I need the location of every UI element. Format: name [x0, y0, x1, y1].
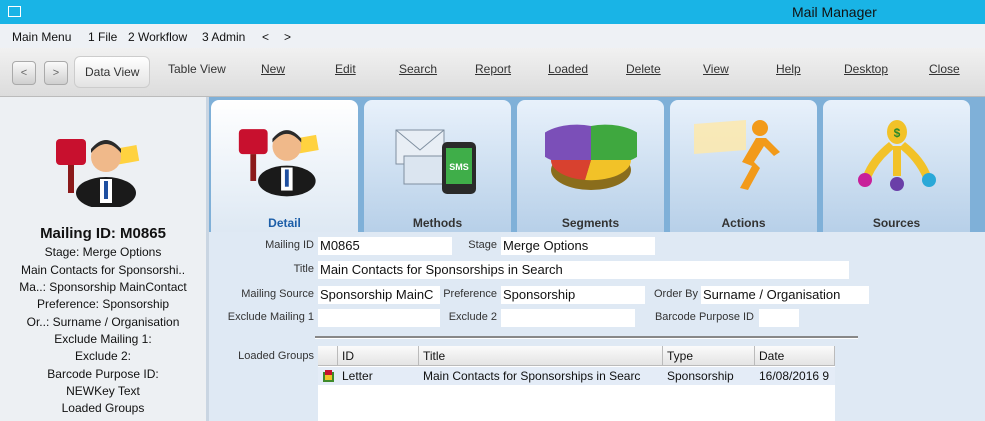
pie-chart-icon: [545, 124, 637, 190]
exclude-mailing-label: Exclude Mailing 1: [227, 311, 314, 323]
cell-date: 16/08/2016 9: [759, 369, 830, 383]
exclude2-field[interactable]: [501, 309, 635, 327]
column-header-date[interactable]: Date: [755, 346, 835, 366]
detail-icon: [238, 129, 319, 197]
preference-field[interactable]: Sponsorship: [501, 286, 645, 304]
table-view-button[interactable]: Table View: [168, 62, 226, 76]
desktop-button[interactable]: Desktop: [844, 62, 888, 76]
help-button[interactable]: Help: [776, 62, 801, 76]
tab-sources-label: Sources: [872, 216, 921, 230]
preference-label: Preference: [443, 288, 497, 300]
mailing-id-label: Mailing ID: [265, 239, 314, 251]
tab-segments[interactable]: Segments: [517, 100, 664, 234]
tab-detail[interactable]: Detail: [211, 100, 358, 234]
summary-exclude2: Exclude 2:: [74, 349, 132, 363]
title-label: Title: [293, 263, 314, 275]
summary-exclude1: Exclude Mailing 1:: [54, 332, 152, 346]
tab-actions-label: Actions: [721, 216, 766, 230]
group-icon: [323, 370, 334, 382]
methods-icon: SMS: [395, 129, 476, 194]
mail-contact-icon: [56, 139, 140, 207]
title-bar: Mail Manager: [0, 0, 985, 24]
summary-barcode: Barcode Purpose ID:: [47, 367, 159, 381]
column-header-type[interactable]: Type: [663, 346, 755, 366]
summary-preference: Preference: Sponsorship: [36, 297, 170, 311]
back-button[interactable]: <: [12, 61, 36, 85]
menu-main[interactable]: Main Menu: [12, 30, 71, 44]
edit-button[interactable]: Edit: [335, 62, 356, 76]
stage-label: Stage: [468, 239, 497, 251]
tab-sources[interactable]: $ Sources: [823, 100, 970, 234]
title-field[interactable]: Main Contacts for Sponsorships in Search: [318, 261, 849, 279]
loaded-button[interactable]: Loaded: [548, 62, 588, 76]
summary-newkey: NEWKey Text: [66, 384, 140, 398]
column-header-title[interactable]: Title: [419, 346, 663, 366]
stage-field[interactable]: Merge Options: [501, 237, 655, 255]
mailing-id-heading: Mailing ID: M0865: [40, 225, 166, 242]
mailing-source-field[interactable]: Sponsorship MainC: [318, 286, 440, 304]
barcode-purpose-field[interactable]: [759, 309, 799, 327]
forward-button[interactable]: >: [44, 61, 68, 85]
running-man-icon: [694, 120, 780, 190]
cell-title: Main Contacts for Sponsorships in Searc: [423, 369, 641, 383]
tab-detail-label: Detail: [268, 216, 301, 230]
window-title: Mail Manager: [792, 4, 877, 20]
column-header-id[interactable]: ID: [338, 346, 419, 366]
order-by-label: Order By: [653, 288, 698, 300]
order-by-field[interactable]: Surname / Organisation: [701, 286, 869, 304]
menu-workflow[interactable]: 2 Workflow: [128, 30, 187, 44]
row-header-corner: [318, 346, 338, 366]
toolbar: < > Data View Table View New Edit Search…: [0, 48, 985, 97]
menu-bar: Main Menu 1 File 2 Workflow 3 Admin < >: [0, 24, 985, 48]
summary-panel: Mailing ID: M0865 Stage: Merge Options M…: [0, 97, 209, 421]
menu-next[interactable]: >: [284, 30, 291, 44]
menu-file[interactable]: 1 File: [88, 30, 117, 44]
tab-methods[interactable]: SMS Methods: [364, 100, 511, 234]
exclude2-label: Exclude 2: [448, 311, 497, 323]
menu-prev[interactable]: <: [262, 30, 269, 44]
search-button[interactable]: Search: [399, 62, 437, 76]
report-button[interactable]: Report: [475, 62, 511, 76]
tab-methods-label: Methods: [412, 216, 463, 230]
barcode-purpose-label: Barcode Purpose ID: [654, 311, 754, 323]
summary-order: Or..: Surname / Organisation: [26, 315, 180, 329]
new-button[interactable]: New: [261, 62, 285, 76]
cell-type: Sponsorship: [667, 369, 734, 383]
close-button[interactable]: Close: [929, 62, 960, 76]
summary-loaded-groups: Loaded Groups: [61, 401, 145, 415]
loaded-groups-grid: ID Title Type Date Letter Main Contacts …: [318, 346, 835, 421]
summary-stage: Stage: Merge Options: [44, 245, 162, 259]
tab-actions[interactable]: Actions: [670, 100, 817, 234]
cell-id: Letter: [342, 369, 373, 383]
data-view-button[interactable]: Data View: [74, 56, 151, 88]
section-divider: [315, 336, 858, 339]
summary-title: Main Contacts for Sponsorshi..: [20, 263, 186, 277]
menu-admin[interactable]: 3 Admin: [202, 30, 245, 44]
sources-icon: $: [858, 120, 936, 191]
loaded-groups-label: Loaded Groups: [238, 350, 314, 362]
mailing-source-label: Mailing Source: [241, 288, 314, 300]
view-button[interactable]: View: [703, 62, 729, 76]
summary-source: Ma..: Sponsorship MainContact: [19, 280, 187, 294]
delete-button[interactable]: Delete: [626, 62, 661, 76]
tab-segments-label: Segments: [561, 216, 620, 230]
mailing-id-field[interactable]: M0865: [318, 237, 452, 255]
app-window-icon: [8, 6, 21, 17]
exclude-mailing-field[interactable]: [318, 309, 440, 327]
svg-text:SMS: SMS: [449, 162, 469, 172]
svg-text:$: $: [894, 126, 901, 140]
